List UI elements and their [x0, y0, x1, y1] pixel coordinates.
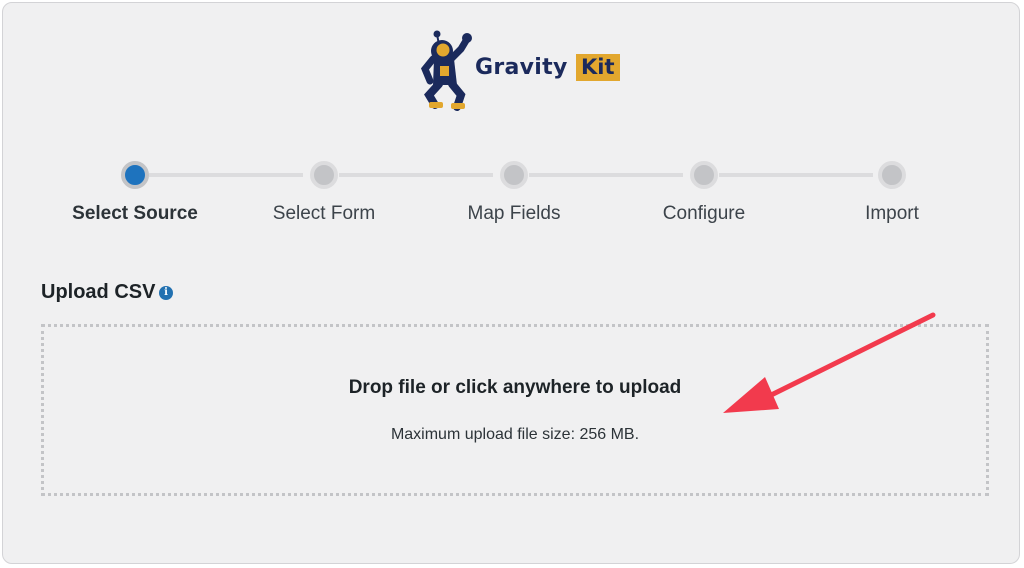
brand-name: Gravity	[475, 55, 568, 80]
gravitykit-logo: Gravity Kit	[417, 29, 631, 115]
brand-name-suffix: Kit	[576, 54, 620, 81]
red-arrow-icon	[723, 312, 936, 413]
stepper-connector	[339, 173, 493, 177]
step-dot-import[interactable]	[878, 161, 906, 189]
step-label-map-fields: Map Fields	[467, 203, 561, 224]
step-dot-select-form[interactable]	[310, 161, 338, 189]
step-dot-configure[interactable]	[690, 161, 718, 189]
import-wizard-window: Gravity Kit Select Source Select Form Ma…	[2, 2, 1020, 564]
step-label-import: Import	[865, 203, 919, 224]
step-label-select-form: Select Form	[272, 203, 376, 224]
stepper-connector	[149, 173, 303, 177]
step-label-configure: Configure	[662, 203, 746, 224]
astronaut-icon	[420, 30, 472, 111]
step-label-select-source: Select Source	[72, 203, 198, 224]
upload-csv-heading: Upload CSV	[41, 281, 156, 303]
info-icon[interactable]: i	[159, 286, 173, 300]
step-dot-map-fields[interactable]	[500, 161, 528, 189]
stepper-connector	[529, 173, 683, 177]
stepper-connector	[719, 173, 873, 177]
wizard-stepper: Select Source Select Form Map Fields Con…	[3, 158, 1019, 238]
step-dot-select-source[interactable]	[121, 161, 149, 189]
